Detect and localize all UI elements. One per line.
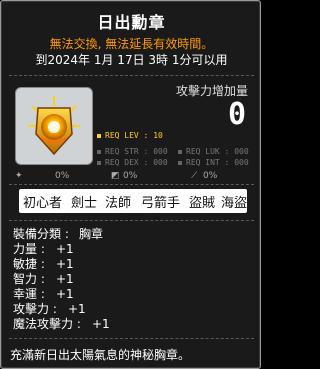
stat-row: 攻擊力 : +1 xyxy=(13,302,86,316)
stat-row: 魔法攻擊力 : +1 xyxy=(13,317,110,331)
req-luk: REQ LUK : 000 xyxy=(178,147,249,156)
divider xyxy=(9,220,254,221)
trade-warning: 無法交換, 無法延長有效時間。 xyxy=(49,37,214,51)
small-stat-value: 0% xyxy=(123,171,138,181)
req-bullet-icon xyxy=(178,160,182,165)
small-stat-value: 0% xyxy=(55,171,70,181)
item-tooltip: 日出勳章 無法交換, 無法延長有效時間。 到2024年 1月 17日 3時 1分… xyxy=(0,0,261,369)
stat-row: 裝備分類 : 胸章 xyxy=(13,227,104,241)
stat-row: 幸運 : +1 xyxy=(13,287,74,301)
wing-icon: ✦ xyxy=(15,171,23,181)
req-dex: REQ DEX : 000 xyxy=(97,158,168,167)
job-magician: 法師 xyxy=(105,196,132,211)
req-level: REQ LEV : 10 xyxy=(97,131,163,140)
stat-list: 裝備分類 : 胸章 力量 : +1 敏捷 : +1 智力 : +1 幸運 : +1 攻擊力… xyxy=(13,227,213,332)
divider xyxy=(9,75,254,76)
req-bullet-icon xyxy=(97,149,101,154)
item-icon-frame xyxy=(15,87,93,165)
req-int: REQ INT : 000 xyxy=(178,158,249,167)
req-bullet-icon xyxy=(97,160,101,165)
job-warrior: 劍士 xyxy=(71,196,98,211)
req-str: REQ STR : 000 xyxy=(97,147,168,156)
job-thief: 盜賊 xyxy=(189,196,216,211)
small-stats-row: ✦ 0% ◩ 0% ⟋ 0% xyxy=(15,171,247,183)
stat-row: 敏捷 : +1 xyxy=(13,257,74,271)
job-bowman: 弓箭手 xyxy=(141,196,181,211)
req-bullet-icon xyxy=(178,149,182,154)
job-requirement-bar: 初心者 劍士 法師 弓箭手 盜賊 海盜 xyxy=(19,189,247,213)
stat-row: 力量 : +1 xyxy=(13,242,74,256)
item-title: 日出勳章 xyxy=(97,13,166,32)
small-stat-value: 0% xyxy=(203,171,218,181)
req-bullet-icon xyxy=(97,133,101,138)
job-pirate: 海盜 xyxy=(221,196,248,211)
slash-icon: ⟋ xyxy=(191,171,198,181)
shield-icon: ◩ xyxy=(111,171,120,181)
divider xyxy=(9,338,254,339)
divider xyxy=(9,184,254,185)
job-beginner: 初心者 xyxy=(23,196,63,211)
attack-increase-value: 0 xyxy=(227,97,246,132)
expiry-text: 到2024年 1月 17日 3時 1分可以用 xyxy=(35,53,228,67)
item-description: 充滿新日出太陽氣息的神秘胸章。 xyxy=(10,348,191,362)
stat-row: 智力 : +1 xyxy=(13,272,74,286)
sunrise-medal-icon xyxy=(28,96,80,156)
